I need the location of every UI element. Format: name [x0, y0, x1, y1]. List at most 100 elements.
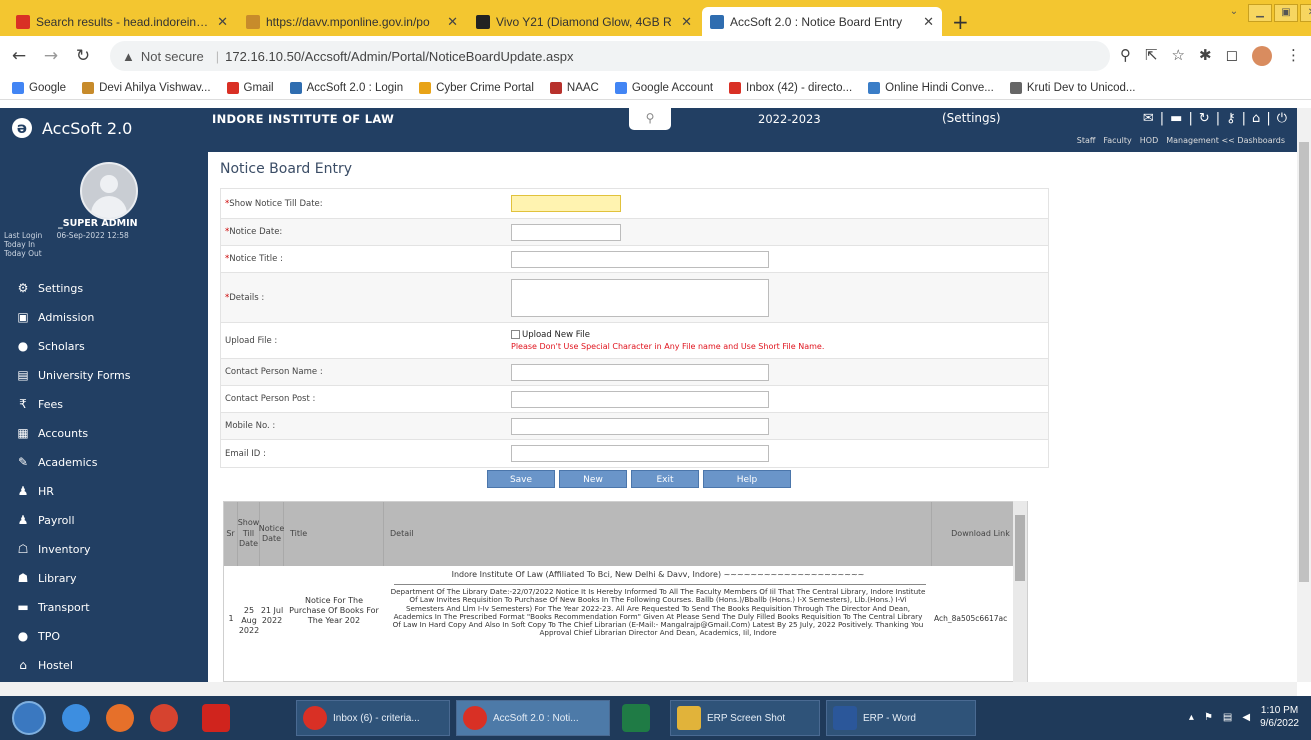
- link-hod[interactable]: HOD: [1140, 136, 1158, 145]
- session-year[interactable]: 2022-2023: [758, 112, 821, 126]
- volume-icon[interactable]: ◀: [1242, 712, 1250, 723]
- bookmark-google-account[interactable]: Google Account: [614, 81, 713, 94]
- row-contact-name: Contact Person Name :: [221, 359, 1048, 386]
- app-logo[interactable]: ə AccSoft 2.0: [12, 118, 132, 138]
- upload-new-file-checkbox[interactable]: [511, 330, 520, 339]
- taskbar-item-accsoft[interactable]: AccSoft 2.0 : Noti...: [456, 700, 610, 736]
- flag-icon[interactable]: ⚑: [1204, 712, 1213, 723]
- taskbar-item-inbox[interactable]: Inbox (6) - criteria...: [296, 700, 450, 736]
- home-icon[interactable]: ⌂: [1252, 111, 1260, 126]
- contact-post-input[interactable]: [511, 390, 769, 408]
- close-icon[interactable]: ✕: [923, 14, 934, 30]
- contact-name-input[interactable]: [511, 363, 769, 381]
- extensions-icon[interactable]: ✱: [1199, 46, 1212, 66]
- bookmark-google[interactable]: Google: [12, 81, 66, 94]
- sidebar-item-hostel[interactable]: ⌂ Hostel: [0, 651, 208, 679]
- grid-scroll-thumb[interactable]: [1015, 515, 1025, 581]
- star-icon[interactable]: ☆: [1172, 46, 1185, 66]
- maximize-button[interactable]: ▣: [1274, 4, 1298, 22]
- page-vertical-scrollbar[interactable]: [1297, 108, 1311, 682]
- bookmark-hindi-converter[interactable]: Online Hindi Conve...: [868, 81, 994, 94]
- sidebar-item-academics[interactable]: ✎ Academics: [0, 448, 208, 476]
- bookmark-inbox[interactable]: Inbox (42) - directo...: [729, 81, 852, 94]
- save-button[interactable]: Save: [487, 470, 555, 488]
- close-icon[interactable]: ✕: [681, 14, 692, 30]
- link-management[interactable]: Management << Dashboards: [1166, 136, 1285, 145]
- sidebar-item-inventory[interactable]: ☖ Inventory: [0, 535, 208, 563]
- start-button[interactable]: [12, 701, 46, 735]
- tray-arrow-icon[interactable]: ▴: [1189, 712, 1194, 723]
- tab-accsoft[interactable]: AccSoft 2.0 : Notice Board Entry ✕: [702, 7, 942, 36]
- bookmark-kruti-dev[interactable]: Kruti Dev to Unicod...: [1009, 81, 1135, 94]
- close-icon[interactable]: ✕: [447, 14, 458, 30]
- sidepanel-icon[interactable]: ◻: [1226, 46, 1238, 66]
- taskbar-item-word[interactable]: ERP - Word: [826, 700, 976, 736]
- close-window-button[interactable]: ✕: [1300, 4, 1311, 22]
- sidebar-item-tpo[interactable]: ● TPO: [0, 622, 208, 650]
- grid-scrollbar[interactable]: [1013, 501, 1027, 682]
- page-horizontal-scrollbar[interactable]: [0, 682, 1297, 696]
- acrobat-icon[interactable]: [202, 704, 230, 732]
- menu-icon[interactable]: ⋮: [1286, 46, 1301, 66]
- mobile-input[interactable]: [511, 417, 769, 435]
- sidebar-item-settings[interactable]: ⚙ Settings: [0, 274, 208, 302]
- chrome-icon[interactable]: [150, 704, 178, 732]
- search-icon[interactable]: ⚲: [629, 108, 671, 130]
- sidebar-item-payroll[interactable]: ♟ Payroll: [0, 506, 208, 534]
- minimize-button[interactable]: ▁: [1248, 4, 1272, 22]
- firefox-icon[interactable]: [106, 704, 134, 732]
- refresh-icon[interactable]: ↻: [1199, 111, 1210, 126]
- mail-icon[interactable]: ✉: [1143, 111, 1154, 126]
- chevron-down-icon[interactable]: ⌄: [1222, 4, 1246, 22]
- exit-button[interactable]: Exit: [631, 470, 699, 488]
- payroll-icon: ♟: [17, 513, 29, 527]
- taskbar-item-erp-screenshot[interactable]: ERP Screen Shot: [670, 700, 820, 736]
- sidebar-item-university-forms[interactable]: ▤ University Forms: [0, 361, 208, 389]
- sidebar-item-fees[interactable]: ₹ Fees: [0, 390, 208, 418]
- url-field[interactable]: ▲ Not secure | 172.16.10.50/Accsoft/Admi…: [110, 41, 1110, 71]
- details-textarea[interactable]: [511, 278, 769, 317]
- excel-icon[interactable]: [622, 704, 650, 732]
- sidebar-item-transport[interactable]: ▬ Transport: [0, 593, 208, 621]
- new-button[interactable]: New: [559, 470, 627, 488]
- settings-link[interactable]: (Settings): [942, 111, 1001, 125]
- window-icon[interactable]: ▬: [1170, 111, 1182, 126]
- page-scroll-thumb[interactable]: [1299, 142, 1309, 582]
- bookmark-cyber-crime[interactable]: Cyber Crime Portal: [419, 81, 534, 94]
- sidebar-item-scholars[interactable]: ● Scholars: [0, 332, 208, 360]
- new-tab-button[interactable]: +: [952, 10, 969, 34]
- clock[interactable]: 1:10 PM 9/6/2022: [1260, 704, 1299, 730]
- bookmark-gmail[interactable]: Gmail: [226, 81, 274, 94]
- profile-icon[interactable]: [1252, 46, 1272, 66]
- show-till-date-input[interactable]: [511, 195, 621, 212]
- share-icon[interactable]: ⇱: [1145, 46, 1158, 66]
- zoom-icon[interactable]: ⚲: [1120, 46, 1131, 66]
- tab-davv[interactable]: https://davv.mponline.gov.in/po ✕: [238, 7, 466, 36]
- bookmark-accsoft[interactable]: AccSoft 2.0 : Login: [289, 81, 403, 94]
- ie-icon[interactable]: [62, 704, 90, 732]
- power-icon[interactable]: ⏻: [1277, 111, 1287, 126]
- back-icon[interactable]: ←: [8, 46, 30, 66]
- email-input[interactable]: [511, 445, 769, 462]
- network-icon[interactable]: ▤: [1223, 712, 1232, 723]
- reload-icon[interactable]: ↻: [72, 46, 94, 66]
- sidebar-item-admission[interactable]: ▣ Admission: [0, 303, 208, 331]
- table-row: 1 25 Aug 2022 21 Jul 2022 Notice For The…: [224, 566, 1027, 681]
- key-icon[interactable]: ⚷: [1226, 111, 1236, 126]
- help-button[interactable]: Help: [703, 470, 791, 488]
- bookmark-davv[interactable]: Devi Ahilya Vishwav...: [82, 81, 211, 94]
- close-icon[interactable]: ✕: [217, 14, 228, 30]
- tab-amazon[interactable]: Vivo Y21 (Diamond Glow, 4GB R ✕: [468, 7, 700, 36]
- action-buttons: Save New Exit Help: [487, 470, 791, 488]
- notice-title-input[interactable]: [511, 250, 769, 268]
- tab-gmail-search[interactable]: Search results - head.indoreinstit ✕: [8, 7, 236, 36]
- sidebar-item-library[interactable]: ☗ Library: [0, 564, 208, 592]
- sidebar-item-accounts[interactable]: ▦ Accounts: [0, 419, 208, 447]
- browser-tab-bar: Search results - head.indoreinstit ✕ htt…: [0, 0, 1311, 36]
- forward-icon[interactable]: →: [40, 46, 62, 66]
- link-faculty[interactable]: Faculty: [1103, 136, 1131, 145]
- sidebar-item-hr[interactable]: ♟ HR: [0, 477, 208, 505]
- notice-date-input[interactable]: [511, 223, 621, 241]
- link-staff[interactable]: Staff: [1077, 136, 1096, 145]
- bookmark-naac[interactable]: NAAC: [549, 81, 599, 94]
